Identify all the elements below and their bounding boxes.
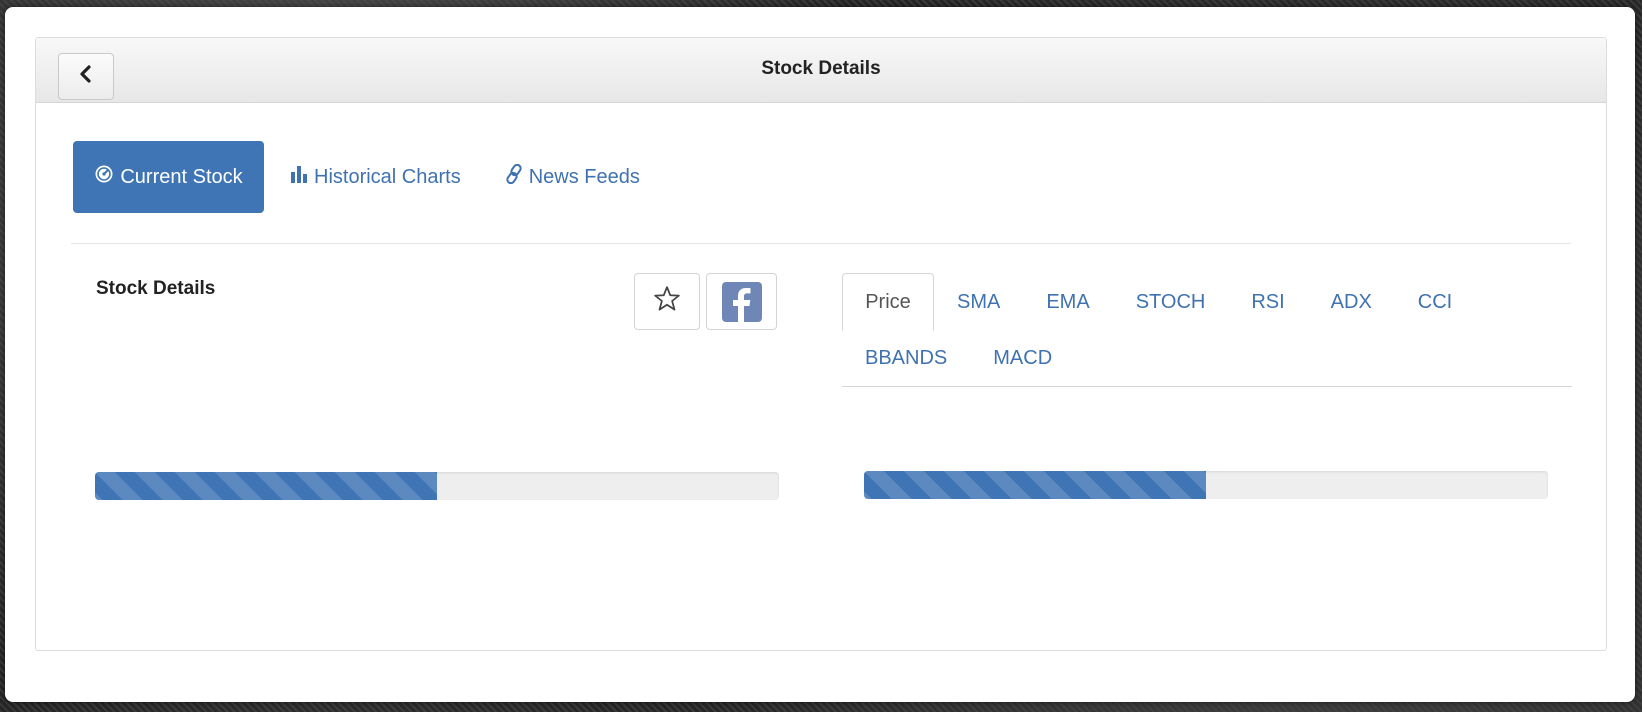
tab-sma[interactable]: SMA <box>934 273 1023 331</box>
nav-news-feeds[interactable]: News Feeds <box>485 141 660 213</box>
facebook-share-button[interactable] <box>706 273 777 330</box>
tab-price[interactable]: Price <box>842 273 934 331</box>
chart-loading-progress <box>864 471 1548 499</box>
tab-stoch[interactable]: STOCH <box>1113 273 1229 331</box>
details-loading-progress <box>95 472 779 500</box>
chart-tabs: Price SMA EMA STOCH RSI ADX CCI BBANDS M… <box>842 273 1572 387</box>
divider <box>71 243 1571 244</box>
tab-cci[interactable]: CCI <box>1395 273 1475 331</box>
link-icon <box>505 163 523 190</box>
favorite-button[interactable] <box>634 273 700 330</box>
facebook-icon <box>721 281 762 322</box>
tab-macd[interactable]: MACD <box>970 331 1075 386</box>
progress-fill <box>864 471 1206 499</box>
modal-dialog: Stock Details Current Stock Historical C… <box>5 7 1635 702</box>
section-title: Stock Details <box>96 278 216 299</box>
nav-label: Current Stock <box>120 165 243 188</box>
tab-rsi[interactable]: RSI <box>1228 273 1307 331</box>
stock-details-panel: Stock Details Current Stock Historical C… <box>35 37 1607 651</box>
main-nav: Current Stock Historical Charts News Fee… <box>73 141 660 213</box>
panel-header: Stock Details <box>36 38 1606 103</box>
tab-row: Price SMA EMA STOCH RSI ADX CCI <box>842 273 1572 331</box>
nav-label: Historical Charts <box>314 165 461 188</box>
tab-row: BBANDS MACD <box>842 331 1572 387</box>
progress-fill <box>95 472 437 500</box>
dashboard-icon <box>94 164 114 190</box>
nav-current-stock[interactable]: Current Stock <box>73 141 264 213</box>
bar-chart-icon <box>290 165 308 189</box>
star-outline-icon <box>652 284 682 319</box>
page-title: Stock Details <box>761 58 881 79</box>
nav-historical-charts[interactable]: Historical Charts <box>270 141 481 213</box>
tab-adx[interactable]: ADX <box>1308 273 1395 331</box>
tab-ema[interactable]: EMA <box>1023 273 1112 331</box>
nav-label: News Feeds <box>528 165 640 188</box>
tab-bbands[interactable]: BBANDS <box>842 331 970 386</box>
